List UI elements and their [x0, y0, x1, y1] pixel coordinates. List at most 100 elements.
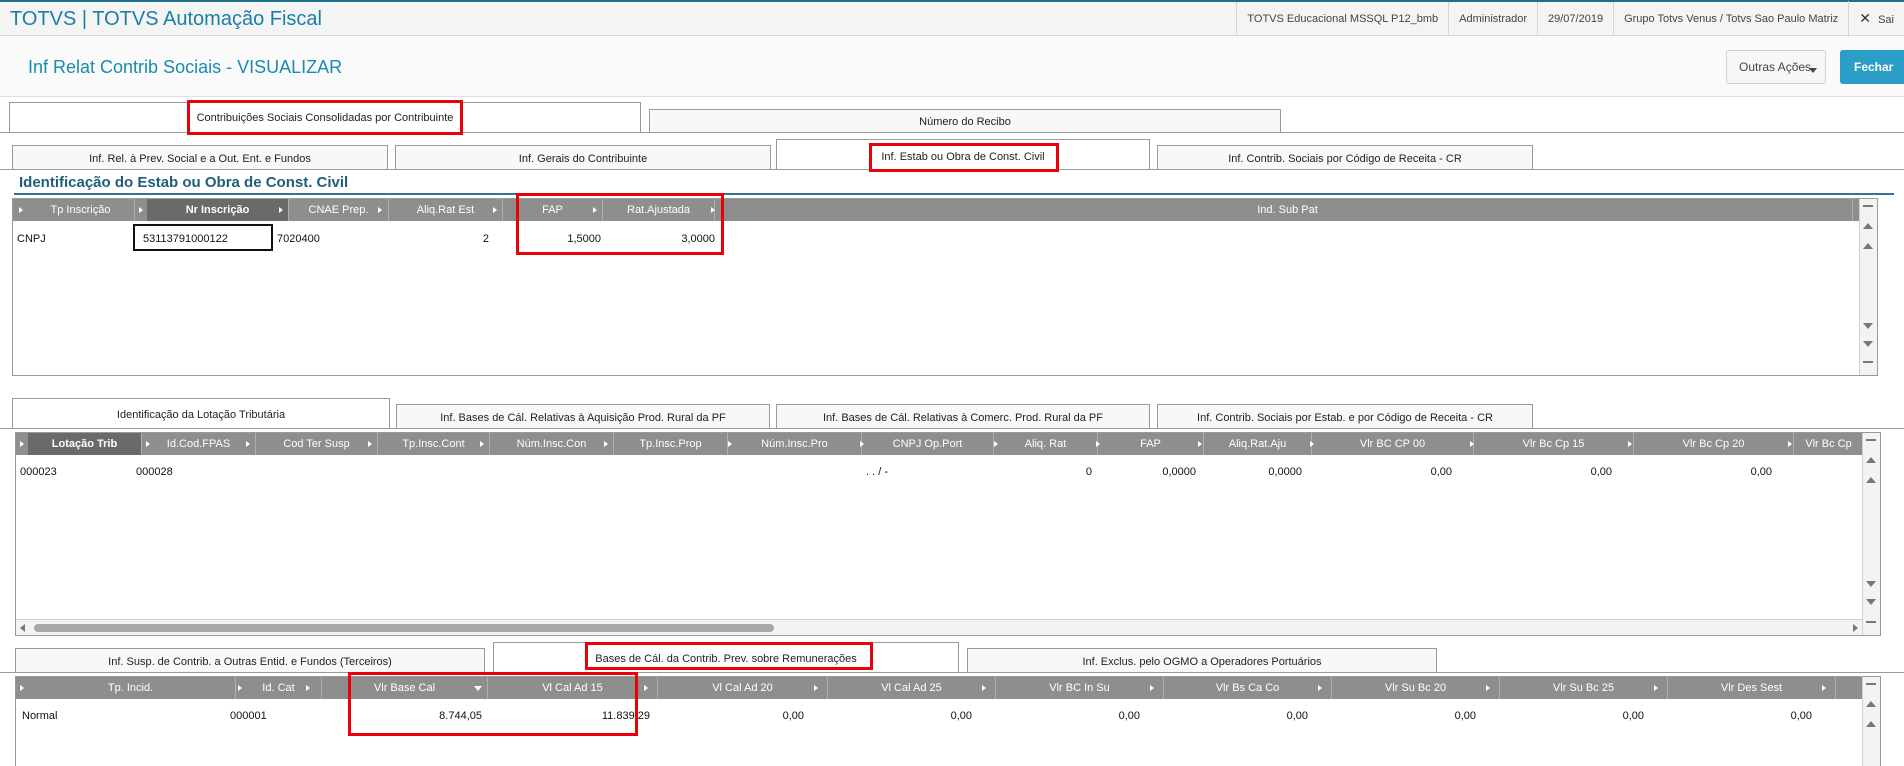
tab-susp-contrib-terceiros[interactable]: Inf. Susp. de Contrib. a Outras Entid. e…	[15, 648, 485, 672]
scroll-up-icon[interactable]	[1863, 243, 1873, 249]
col-cnpj-op-port[interactable]: CNPJ Op.Port	[862, 433, 994, 455]
col-id-cod-fpas[interactable]: Id.Cod.FPAS	[142, 433, 256, 455]
cell-id-cod-fpas[interactable]: 000028	[136, 466, 173, 478]
cell-vlr-bc-cp-00[interactable]: 0,00	[1312, 466, 1452, 478]
cell-vlr-su-bc-25[interactable]: 0,00	[1500, 710, 1644, 722]
horizontal-scrollbar[interactable]	[16, 619, 1862, 635]
col-vl-cal-ad-15[interactable]: Vl Cal Ad 15	[488, 677, 658, 699]
col-vlr-bs-ca-co[interactable]: Vlr Bs Ca Co	[1164, 677, 1332, 699]
tab-numero-recibo[interactable]: Número do Recibo	[649, 109, 1281, 132]
scroll-down-icon[interactable]	[1863, 341, 1873, 347]
cell-cnae-prep[interactable]: 7020400	[277, 233, 320, 245]
col-aliq-rat-aju[interactable]: Aliq.Rat.Aju	[1204, 433, 1312, 455]
user-label[interactable]: Administrador	[1448, 2, 1537, 36]
tab-inf-gerais-contribuinte[interactable]: Inf. Gerais do Contribuinte	[395, 145, 771, 169]
col-aliq-rat[interactable]: Aliq. Rat	[994, 433, 1098, 455]
cell-nr-inscricao[interactable]: 53113791000122	[133, 224, 273, 251]
cell-vlr-bc-cp-20[interactable]: 0,00	[1634, 466, 1772, 478]
scroll-down-icon[interactable]	[1863, 323, 1873, 329]
cell-vlr-base-cal[interactable]: 8.744,05	[322, 710, 482, 722]
cell-vlr-bs-ca-co[interactable]: 0,00	[1164, 710, 1308, 722]
cell-tp-inscricao[interactable]: CNPJ	[17, 233, 46, 245]
scroll-up-icon[interactable]	[1866, 721, 1876, 727]
scroll-bottom-icon[interactable]	[1866, 621, 1876, 623]
col-vlr-base-cal[interactable]: Vlr Base Cal	[322, 677, 488, 699]
tab-exclus-ogmo[interactable]: Inf. Exclus. pelo OGMO a Operadores Port…	[967, 648, 1437, 672]
col-vlr-su-bc-20[interactable]: Vlr Su Bc 20	[1332, 677, 1500, 699]
col-vlr-bc-cp-20[interactable]: Vlr Bc Cp 20	[1634, 433, 1794, 455]
col-vlr-des-sest[interactable]: Vlr Des Sest	[1668, 677, 1836, 699]
cell-id-cat[interactable]: 000001	[230, 710, 267, 722]
cell-aliq-rat-aju[interactable]: 0,0000	[1204, 466, 1302, 478]
vertical-scrollbar[interactable]	[1862, 677, 1880, 766]
scroll-bottom-icon[interactable]	[1863, 361, 1873, 363]
col-vl-cal-ad-25[interactable]: Vl Cal Ad 25	[828, 677, 996, 699]
scroll-left-icon[interactable]	[20, 624, 25, 632]
cell-fap[interactable]: 1,5000	[503, 233, 601, 245]
cell-lotacao-trib[interactable]: 000023	[20, 466, 57, 478]
col-vl-cal-ad-20[interactable]: Vl Cal Ad 20	[658, 677, 828, 699]
scroll-top-icon[interactable]	[1866, 439, 1876, 441]
scroll-up-icon[interactable]	[1863, 223, 1873, 229]
tab-identificacao-lotacao[interactable]: Identificação da Lotação Tributária	[12, 398, 390, 428]
vertical-scrollbar[interactable]	[1862, 433, 1880, 635]
col-lotacao-trib[interactable]: Lotação Trib	[28, 433, 142, 455]
scroll-thumb[interactable]	[34, 624, 774, 632]
exit-button[interactable]: ✕ Sai	[1848, 1, 1904, 37]
cell-vlr-su-bc-20[interactable]: 0,00	[1332, 710, 1476, 722]
vertical-scrollbar[interactable]	[1859, 199, 1877, 375]
col-num-insc-con[interactable]: Núm.Insc.Con	[490, 433, 614, 455]
scroll-up-icon[interactable]	[1866, 457, 1876, 463]
tab-bases-calc-remuneracoes[interactable]: Bases de Cál. da Contrib. Prev. sobre Re…	[493, 642, 959, 672]
col-vlr-bc-cp-15[interactable]: Vlr Bc Cp 15	[1474, 433, 1634, 455]
cell-tp-incid[interactable]: Normal	[22, 710, 57, 722]
col-tp-inscricao[interactable]: Tp Inscrição	[27, 199, 135, 221]
tab-contrib-estab-codigo-receita[interactable]: Inf. Contrib. Sociais por Estab. e por C…	[1157, 404, 1533, 428]
col-rat-ajustada[interactable]: Rat.Ajustada	[603, 199, 715, 221]
scroll-up-icon[interactable]	[1866, 701, 1876, 707]
cell-vl-cal-ad-15[interactable]: 11.839,29	[488, 710, 650, 722]
col-fap[interactable]: FAP	[1098, 433, 1204, 455]
col-aliq-rat-est[interactable]: Aliq.Rat Est	[389, 199, 503, 221]
close-button[interactable]: Fechar	[1840, 50, 1904, 84]
more-actions-button[interactable]: Outras Ações	[1726, 50, 1826, 84]
col-cod-ter-susp[interactable]: Cod Ter Susp	[256, 433, 378, 455]
tab-inf-contrib-codigo-receita[interactable]: Inf. Contrib. Sociais por Código de Rece…	[1157, 145, 1533, 169]
col-num-insc-pro[interactable]: Núm.Insc.Pro	[728, 433, 862, 455]
remuneracoes-grid[interactable]: Tp. Incid. Id. Cat Vlr Base Cal Vl Cal A…	[15, 676, 1881, 766]
scroll-top-icon[interactable]	[1866, 683, 1876, 685]
tab-inf-estab-obra[interactable]: Inf. Estab ou Obra de Const. Civil	[776, 139, 1150, 169]
scroll-down-icon[interactable]	[1866, 581, 1876, 587]
cell-aliq-rat[interactable]: 0	[994, 466, 1092, 478]
cell-vlr-bc-cp-15[interactable]: 0,00	[1474, 466, 1612, 478]
col-vlr-bc-in-su[interactable]: Vlr BC In Su	[996, 677, 1164, 699]
col-cnae-prep[interactable]: CNAE Prep.	[289, 199, 389, 221]
cell-vl-cal-ad-25[interactable]: 0,00	[828, 710, 972, 722]
col-ind-sub-pat[interactable]: Ind. Sub Pat	[723, 199, 1853, 221]
cell-fap[interactable]: 0,0000	[1098, 466, 1196, 478]
cell-aliq-rat-est[interactable]: 2	[393, 233, 489, 245]
col-vlr-bc-cp[interactable]: Vlr Bc Cp	[1794, 433, 1864, 455]
lotacao-grid[interactable]: Lotação Trib Id.Cod.FPAS Cod Ter Susp Tp…	[15, 432, 1881, 636]
tab-inf-rel-prev-social[interactable]: Inf. Rel. à Prev. Social e a Out. Ent. e…	[12, 145, 388, 169]
col-vlr-su-bc-25[interactable]: Vlr Su Bc 25	[1500, 677, 1668, 699]
cell-rat-ajustada[interactable]: 3,0000	[603, 233, 715, 245]
col-tp-insc-prop[interactable]: Tp.Insc.Prop	[614, 433, 728, 455]
col-nr-inscricao[interactable]: Nr Inscrição	[147, 199, 289, 221]
tab-bases-aquisicao-rural[interactable]: Inf. Bases de Cál. Relativas à Aquisição…	[396, 404, 770, 428]
company-label[interactable]: Grupo Totvs Venus / Totvs Sao Paulo Matr…	[1613, 2, 1848, 36]
col-tp-incid[interactable]: Tp. Incid.	[26, 677, 236, 699]
tab-contribuicoes-consolidadas[interactable]: Contribuições Sociais Consolidadas por C…	[9, 102, 641, 132]
cell-vl-cal-ad-20[interactable]: 0,00	[658, 710, 804, 722]
col-tp-insc-cont[interactable]: Tp.Insc.Cont	[378, 433, 490, 455]
cell-cnpj-op-port[interactable]: . . / -	[866, 466, 888, 478]
cell-vlr-des-sest[interactable]: 0,00	[1668, 710, 1812, 722]
col-fap[interactable]: FAP	[503, 199, 603, 221]
scroll-up-icon[interactable]	[1866, 477, 1876, 483]
tab-bases-comerc-rural[interactable]: Inf. Bases de Cál. Relativas à Comerc. P…	[776, 404, 1150, 428]
scroll-down-icon[interactable]	[1866, 599, 1876, 605]
estab-grid[interactable]: Tp Inscrição Nr Inscrição CNAE Prep. Ali…	[12, 198, 1878, 376]
col-vlr-bc-cp-00[interactable]: Vlr BC CP 00	[1312, 433, 1474, 455]
cell-vlr-bc-in-su[interactable]: 0,00	[996, 710, 1140, 722]
scroll-top-icon[interactable]	[1863, 205, 1873, 207]
